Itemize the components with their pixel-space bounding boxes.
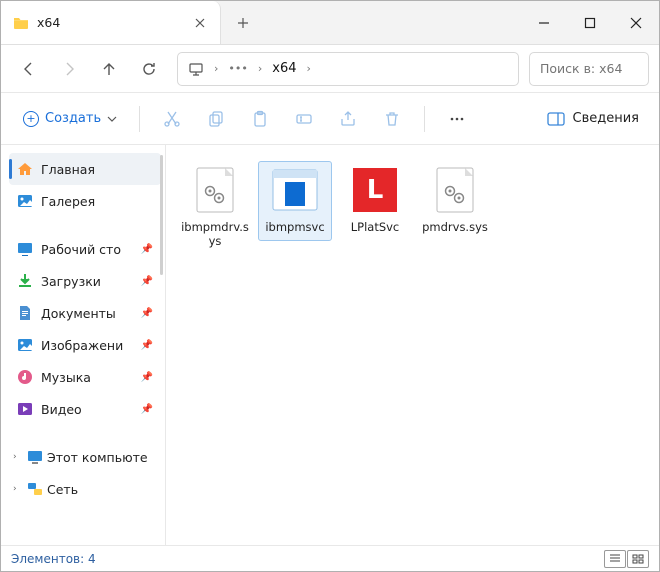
- sidebar-item-label: Галерея: [41, 194, 95, 209]
- new-button-label: Создать: [45, 111, 101, 126]
- view-grid-button[interactable]: [627, 550, 649, 568]
- rename-button[interactable]: [284, 101, 324, 137]
- chevron-right-icon: ›: [258, 62, 262, 75]
- copy-button[interactable]: [196, 101, 236, 137]
- sidebar-item-music[interactable]: Музыка 📌: [9, 361, 161, 393]
- sidebar-item-label: Видео: [41, 402, 82, 417]
- computer-icon: [27, 449, 43, 465]
- chevron-right-icon: ›: [13, 452, 23, 462]
- window-controls: [521, 1, 659, 44]
- file-thumb: L: [351, 166, 399, 214]
- sidebar-item-home[interactable]: Главная: [9, 153, 161, 185]
- file-label: ibmpmdrv.sys: [181, 220, 249, 249]
- network-icon: [27, 481, 43, 497]
- sidebar: Главная Галерея Рабочий сто 📌 Загрузки 📌…: [1, 145, 166, 545]
- sidebar-item-downloads[interactable]: Загрузки 📌: [9, 265, 161, 297]
- sidebar-item-this-pc[interactable]: › Этот компьюте: [9, 441, 161, 473]
- pictures-icon: [17, 337, 33, 353]
- more-button[interactable]: [437, 101, 477, 137]
- sidebar-item-label: Этот компьюте: [47, 450, 148, 465]
- maximize-button[interactable]: [567, 1, 613, 44]
- pin-icon: 📌: [141, 244, 153, 255]
- documents-icon: [17, 305, 33, 321]
- share-button[interactable]: [328, 101, 368, 137]
- status-bar: Элементов: 4: [1, 545, 659, 571]
- chevron-right-icon: ›: [13, 484, 23, 494]
- ellipsis-icon[interactable]: •••: [228, 62, 247, 75]
- close-button[interactable]: [613, 1, 659, 44]
- sidebar-item-desktop[interactable]: Рабочий сто 📌: [9, 233, 161, 265]
- sidebar-item-pictures[interactable]: Изображени 📌: [9, 329, 161, 361]
- gallery-icon: [17, 193, 33, 209]
- sidebar-item-label: Сеть: [47, 482, 78, 497]
- monitor-icon: [188, 61, 204, 77]
- pin-icon: 📌: [141, 340, 153, 351]
- file-item[interactable]: pmdrvs.sys: [418, 161, 492, 241]
- back-button[interactable]: [11, 51, 47, 87]
- tab-x64[interactable]: x64: [1, 1, 221, 44]
- sidebar-item-label: Загрузки: [41, 274, 101, 289]
- new-tab-button[interactable]: [221, 1, 265, 44]
- file-item[interactable]: L LPlatSvc: [338, 161, 412, 241]
- address-bar[interactable]: › ••• › x64 ›: [177, 52, 519, 86]
- search-input[interactable]: [540, 61, 638, 76]
- pin-icon: 📌: [141, 372, 153, 383]
- details-pane-icon: [547, 112, 565, 126]
- search-box[interactable]: [529, 52, 649, 86]
- tab-title: x64: [37, 15, 184, 30]
- sidebar-item-gallery[interactable]: Галерея: [9, 185, 161, 217]
- titlebar: x64: [1, 1, 659, 45]
- breadcrumb-current[interactable]: x64: [272, 61, 296, 76]
- desktop-icon: [17, 241, 33, 257]
- sidebar-item-label: Рабочий сто: [41, 242, 121, 257]
- toolbar: + Создать Сведения: [1, 93, 659, 145]
- file-label: LPlatSvc: [351, 220, 400, 234]
- sidebar-item-videos[interactable]: Видео 📌: [9, 393, 161, 425]
- chevron-right-icon[interactable]: ›: [307, 62, 311, 75]
- sidebar-item-label: Музыка: [41, 370, 91, 385]
- sidebar-item-network[interactable]: › Сеть: [9, 473, 161, 505]
- up-button[interactable]: [91, 51, 127, 87]
- refresh-button[interactable]: [131, 51, 167, 87]
- pin-icon: 📌: [141, 276, 153, 287]
- file-label: pmdrvs.sys: [422, 220, 488, 234]
- file-thumb: [191, 166, 239, 214]
- home-icon: [17, 161, 33, 177]
- divider: [139, 106, 140, 132]
- file-view[interactable]: ibmpmdrv.sys ibmpmsvc L LPlatSvc pmdrvs.sys: [166, 145, 659, 545]
- pin-icon: 📌: [141, 404, 153, 415]
- details-pane-label: Сведения: [573, 111, 640, 126]
- music-icon: [17, 369, 33, 385]
- videos-icon: [17, 401, 33, 417]
- sidebar-item-label: Главная: [41, 162, 95, 177]
- delete-button[interactable]: [372, 101, 412, 137]
- plus-circle-icon: +: [23, 111, 39, 127]
- details-pane-button[interactable]: Сведения: [539, 101, 648, 137]
- file-item[interactable]: ibmpmdrv.sys: [178, 161, 252, 256]
- svg-text:L: L: [367, 175, 384, 205]
- view-list-button[interactable]: [604, 550, 626, 568]
- sidebar-item-label: Изображени: [41, 338, 123, 353]
- nav-row: › ••• › x64 ›: [1, 45, 659, 93]
- file-thumb: [431, 166, 479, 214]
- file-item[interactable]: ibmpmsvc: [258, 161, 332, 241]
- paste-button[interactable]: [240, 101, 280, 137]
- file-label: ibmpmsvc: [265, 220, 324, 234]
- divider: [424, 106, 425, 132]
- cut-button[interactable]: [152, 101, 192, 137]
- status-count-label: Элементов:: [11, 552, 84, 566]
- folder-icon: [13, 15, 29, 31]
- forward-button[interactable]: [51, 51, 87, 87]
- sidebar-item-label: Документы: [41, 306, 116, 321]
- tab-close-button[interactable]: [192, 15, 208, 31]
- pin-icon: 📌: [141, 308, 153, 319]
- chevron-right-icon: ›: [214, 62, 218, 75]
- minimize-button[interactable]: [521, 1, 567, 44]
- status-count: 4: [88, 552, 96, 566]
- file-thumb: [271, 166, 319, 214]
- new-button[interactable]: + Создать: [13, 101, 127, 137]
- downloads-icon: [17, 273, 33, 289]
- chevron-down-icon: [107, 114, 117, 124]
- sidebar-item-documents[interactable]: Документы 📌: [9, 297, 161, 329]
